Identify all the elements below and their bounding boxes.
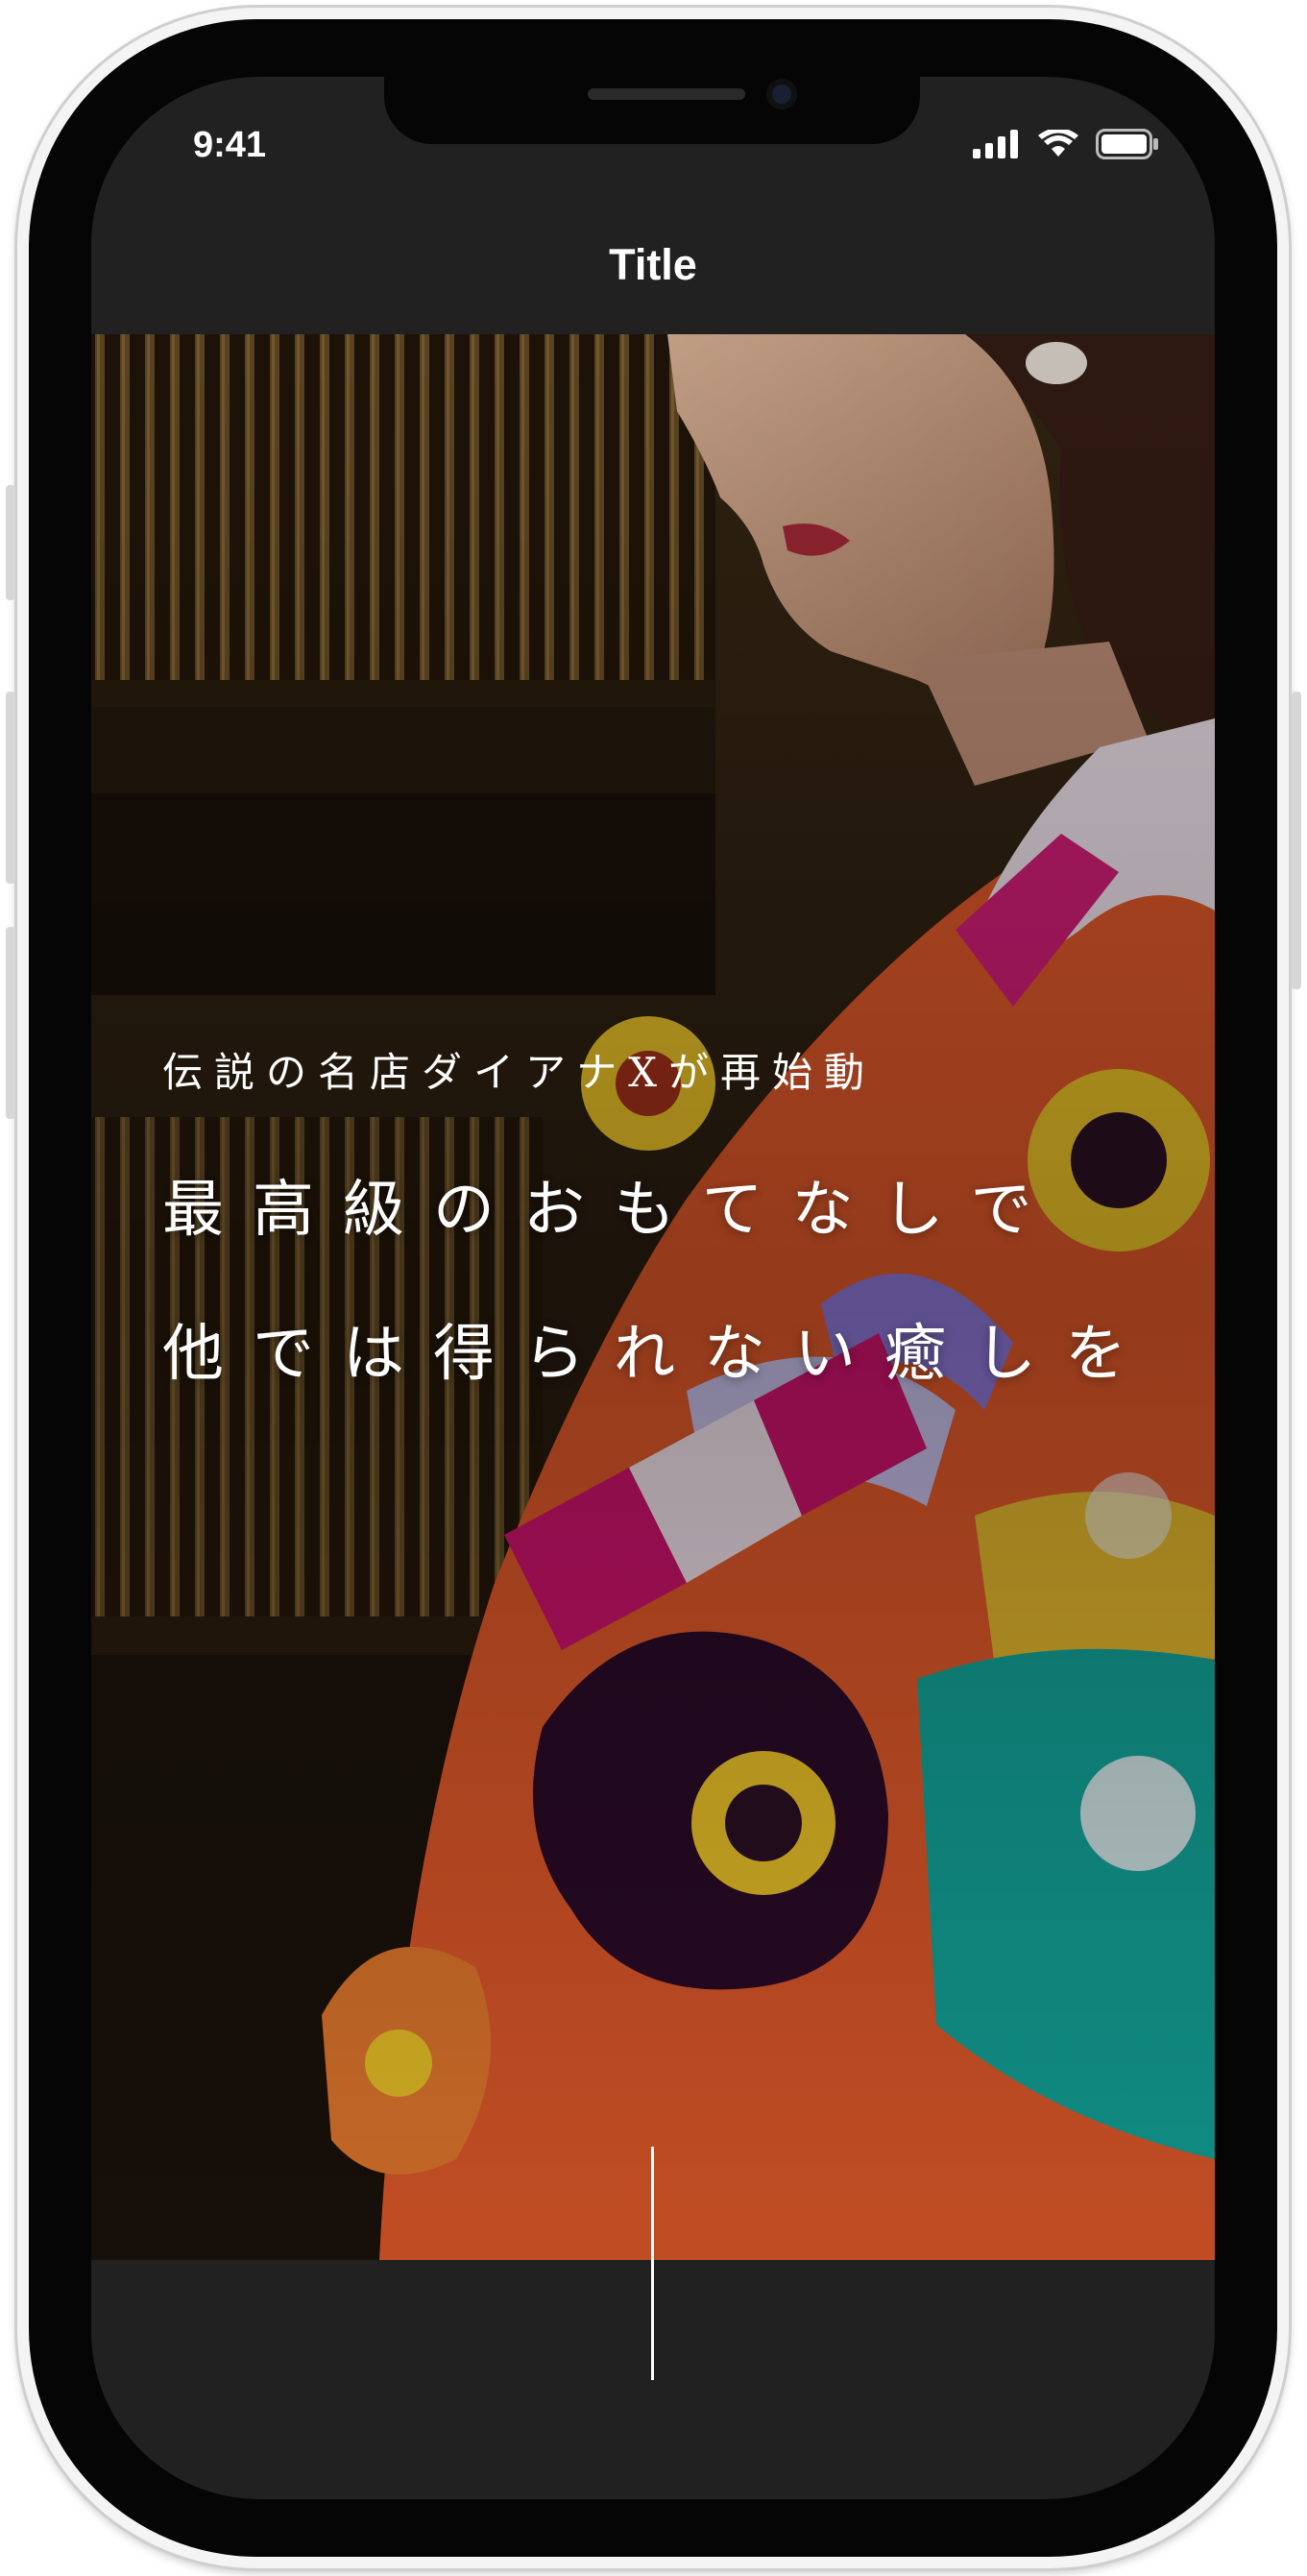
mute-switch (6, 485, 15, 600)
power-button (1292, 692, 1301, 989)
speaker-grille (588, 88, 745, 100)
status-time: 9:41 (193, 125, 267, 165)
hero-headline-line2: 他では得られない癒しを (162, 1319, 1155, 1390)
volume-down-button (6, 927, 15, 1119)
status-icons (973, 127, 1159, 165)
hero-headline-line1: 最高級のおもてなしで (162, 1175, 1061, 1246)
wifi-icon (1038, 128, 1078, 162)
battery-icon (1096, 129, 1159, 163)
hero-subtitle: 伝説の名店ダイアナXが再始動 (162, 1049, 877, 1096)
nav-title: Title (609, 240, 697, 289)
front-camera (766, 79, 797, 109)
volume-up-button (6, 692, 15, 884)
notch (384, 77, 920, 144)
phone-screen: 伝説の名店ダイアナXが再始動 最高級のおもてなしで 他では得られない癒しを 9:… (91, 77, 1215, 2499)
hero-section: 伝説の名店ダイアナXが再始動 最高級のおもてなしで 他では得られない癒しを (91, 334, 1215, 2260)
scroll-indicator-line (651, 2147, 654, 2380)
hero-image (91, 334, 1215, 2260)
signal-icon (973, 130, 1021, 162)
